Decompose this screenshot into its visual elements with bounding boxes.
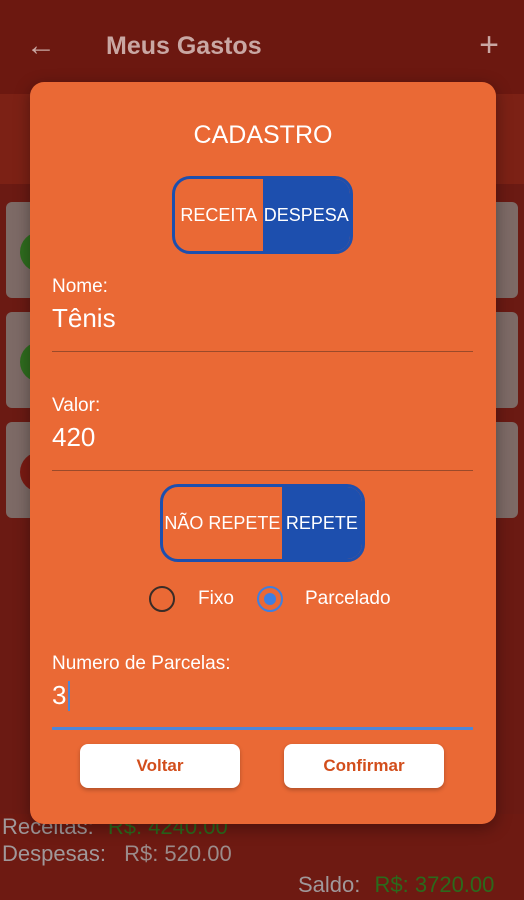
transaction-type-toggle: RECEITA DESPESA — [172, 176, 353, 254]
summary-footer: Receitas: R$: 4240.00 Despesas: R$: 520.… — [0, 814, 524, 900]
text-cursor — [68, 681, 70, 711]
app-title: Meus Gastos — [106, 32, 262, 60]
saldo-label: Saldo: — [298, 872, 361, 897]
toggle-receita[interactable]: RECEITA — [175, 179, 263, 251]
parcelas-underline — [52, 727, 473, 730]
app-bar: ← Meus Gastos + — [0, 0, 524, 94]
parcelas-field[interactable]: 3 — [52, 680, 66, 710]
plus-icon[interactable]: + — [474, 28, 504, 62]
valor-underline — [52, 470, 473, 471]
saldo-value: R$: 3720.00 — [374, 872, 495, 897]
confirmar-button[interactable]: Confirmar — [284, 744, 444, 788]
radio-selected-dot — [264, 593, 276, 605]
dialog-title: CADASTRO — [193, 121, 333, 149]
valor-field[interactable]: 420 — [52, 422, 95, 452]
parcelas-label: Numero de Parcelas: — [52, 653, 231, 674]
radio-parcelado-label[interactable]: Parcelado — [305, 588, 391, 610]
toggle-despesa[interactable]: DESPESA — [262, 179, 350, 251]
radio-parcelado[interactable] — [257, 586, 283, 612]
cadastro-dialog: CADASTRO RECEITA DESPESA Nome: Tênis Val… — [30, 82, 496, 824]
toggle-repete[interactable]: REPETE — [281, 487, 362, 559]
radio-fixo-label[interactable]: Fixo — [198, 588, 234, 610]
nome-label: Nome: — [52, 276, 108, 297]
radio-fixo[interactable] — [149, 586, 175, 612]
arrow-left-icon[interactable]: ← — [26, 30, 56, 62]
nome-field[interactable]: Tênis — [52, 303, 116, 333]
valor-label: Valor: — [52, 395, 101, 416]
voltar-button[interactable]: Voltar — [80, 744, 240, 788]
despesas-label: Despesas: — [2, 841, 106, 866]
nome-underline — [52, 351, 473, 352]
despesas-value: R$: 520.00 — [124, 841, 232, 866]
toggle-nao-repete[interactable]: NÃO REPETE — [163, 487, 282, 559]
repeat-toggle: NÃO REPETE REPETE — [160, 484, 365, 562]
